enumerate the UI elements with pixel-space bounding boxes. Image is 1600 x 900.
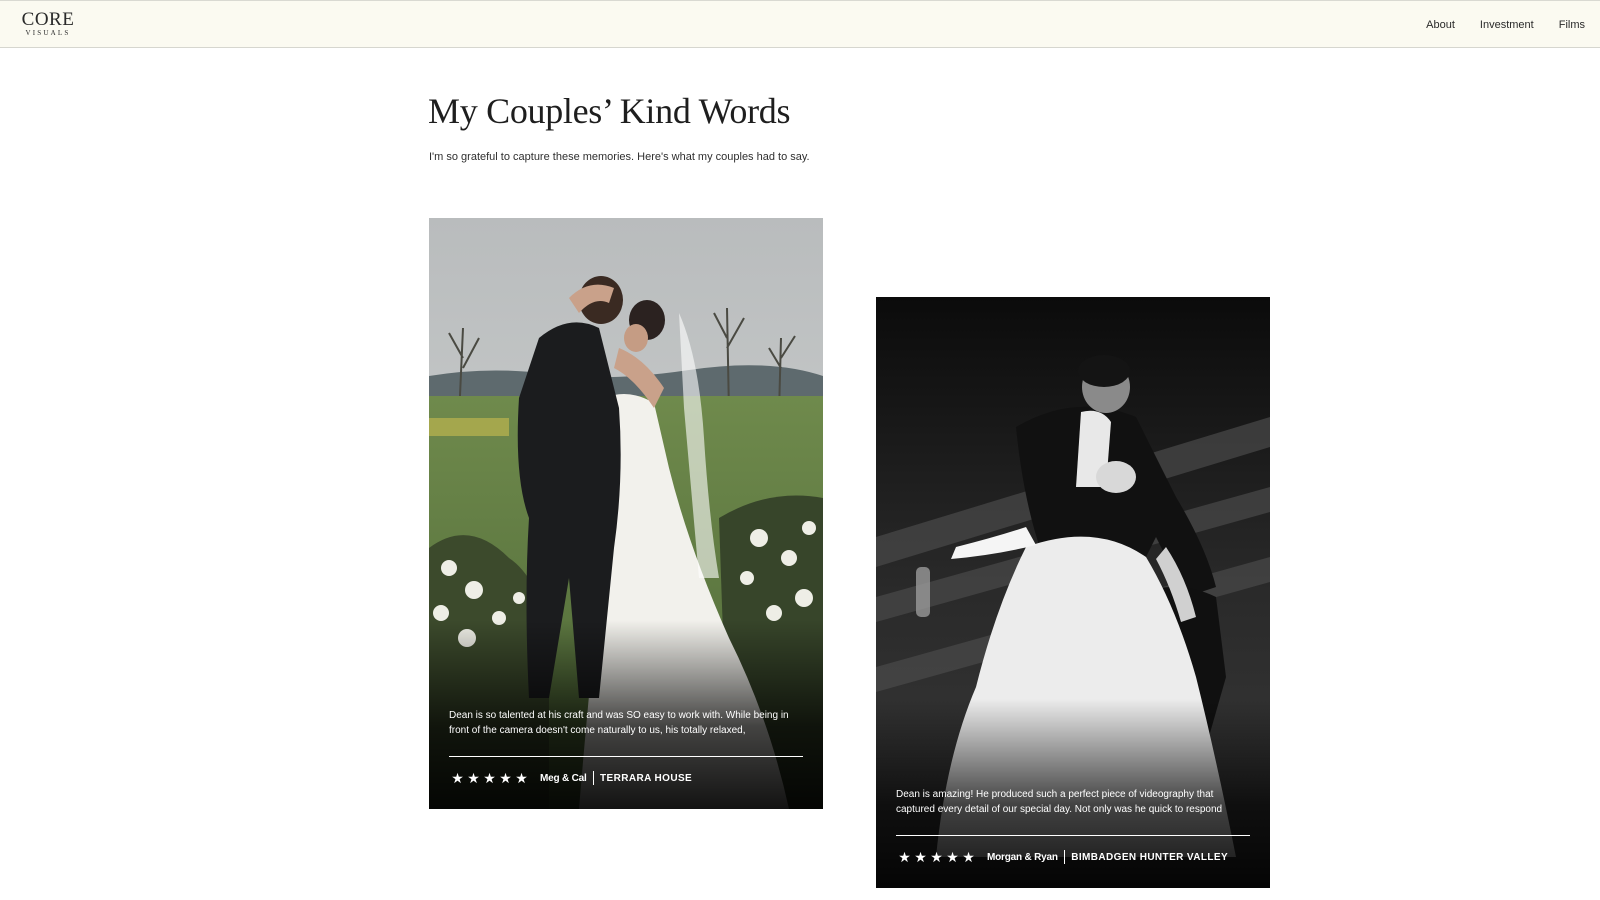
star-icon: ★ — [483, 770, 496, 786]
divider-line — [449, 756, 803, 757]
logo-tagline: VISUALS — [25, 29, 71, 37]
main-nav: About Investment Films — [1401, 18, 1585, 32]
star-icon: ★ — [946, 849, 959, 865]
site-logo[interactable]: CORE VISUALS — [21, 10, 75, 40]
separator — [592, 771, 595, 785]
testimonial-meta: ★ ★ ★ ★ ★ Morgan & Ryan BIMBADGEN HUNTER… — [897, 849, 1228, 865]
page-subtitle: I'm so grateful to capture these memorie… — [429, 151, 810, 163]
separator — [1063, 850, 1066, 864]
site-header: CORE VISUALS About Investment Films — [0, 0, 1600, 48]
couple-names: Morgan & Ryan — [987, 851, 1058, 863]
star-icon: ★ — [467, 770, 480, 786]
star-rating: ★ ★ ★ ★ ★ — [897, 849, 976, 865]
star-icon: ★ — [962, 849, 975, 865]
star-icon: ★ — [930, 849, 943, 865]
star-icon: ★ — [515, 770, 528, 786]
star-rating: ★ ★ ★ ★ ★ — [450, 770, 529, 786]
venue-name: BIMBADGEN HUNTER VALLEY — [1071, 851, 1229, 863]
venue-name: TERRARA HOUSE — [600, 772, 693, 784]
star-icon: ★ — [499, 770, 512, 786]
star-icon: ★ — [451, 770, 464, 786]
star-icon: ★ — [914, 849, 927, 865]
star-icon: ★ — [898, 849, 911, 865]
testimonial-meta: ★ ★ ★ ★ ★ Meg & Cal TERRARA HOUSE — [450, 770, 692, 786]
nav-link-investment[interactable]: Investment — [1480, 18, 1534, 32]
page-title: My Couples’ Kind Words — [428, 91, 791, 131]
testimonial-card[interactable]: Dean is so talented at his craft and was… — [429, 218, 823, 809]
nav-link-films[interactable]: Films — [1559, 18, 1585, 32]
testimonial-quote: Dean is amazing! He produced such a perf… — [896, 789, 1223, 815]
testimonial-card[interactable]: Dean is amazing! He produced such a perf… — [876, 297, 1270, 888]
couple-names: Meg & Cal — [540, 772, 587, 784]
logo-wordmark: CORE — [21, 9, 75, 30]
testimonial-quote: Dean is so talented at his craft and was… — [449, 710, 789, 736]
divider-line — [896, 835, 1250, 836]
nav-link-about[interactable]: About — [1426, 18, 1455, 32]
